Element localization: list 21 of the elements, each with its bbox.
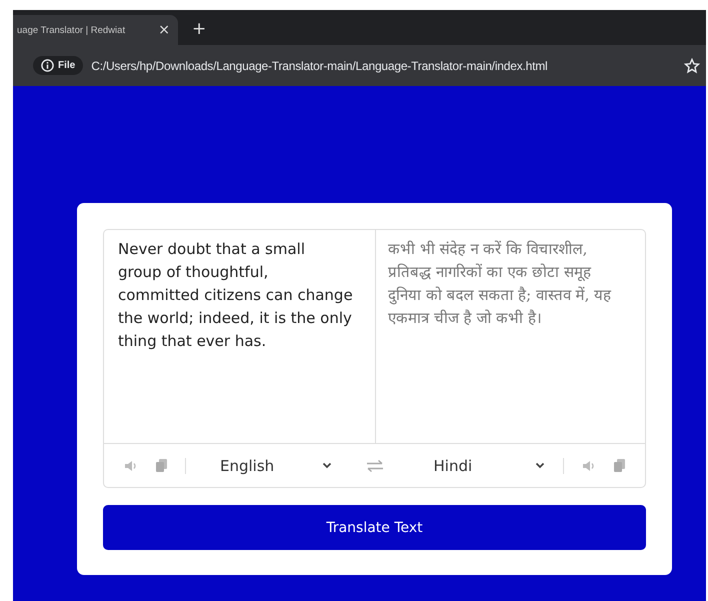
tab-title: uage Translator | Redwiat	[17, 24, 126, 36]
badge-label: File	[58, 60, 76, 71]
file-badge[interactable]: File	[33, 56, 84, 75]
translated-text-field[interactable]: कभी भी संदेह न करें कि विचारशील, प्रतिबद्ध नागरिकों का एक छोटा समूह दुनिया को बदल सकता है; वास्तव में, यह एकमात्र चीज है जो कभी है।	[375, 229, 646, 443]
swap-icon[interactable]	[366, 460, 384, 472]
url-text: C:/Users/hp/Downloads/Language-Translator-main/Language-Translator-main/index.html	[91, 58, 548, 72]
language-select[interactable]: English	[200, 456, 336, 474]
speaker-icon[interactable]	[124, 460, 138, 472]
new-tab-button[interactable]: +	[192, 19, 206, 39]
copy-icon[interactable]	[156, 459, 167, 472]
translate-button[interactable]: Translate Text	[103, 505, 646, 550]
info-icon	[41, 59, 54, 72]
star-icon[interactable]	[684, 58, 700, 74]
chevron-icon	[535, 462, 545, 469]
copy-icon[interactable]	[614, 459, 625, 472]
chevron-icon	[322, 462, 332, 469]
speaker-icon[interactable]	[582, 460, 596, 472]
source-text-field[interactable]: Never doubt that a small group of thoughtful, committed citizens can change the world; indeed, it is the only thing that ever has.	[103, 229, 376, 443]
browser-tab[interactable]: uage Translator | Redwiat ×	[13, 15, 178, 45]
language-select[interactable]: Hindi	[414, 456, 549, 474]
close-icon[interactable]: ×	[158, 22, 170, 38]
